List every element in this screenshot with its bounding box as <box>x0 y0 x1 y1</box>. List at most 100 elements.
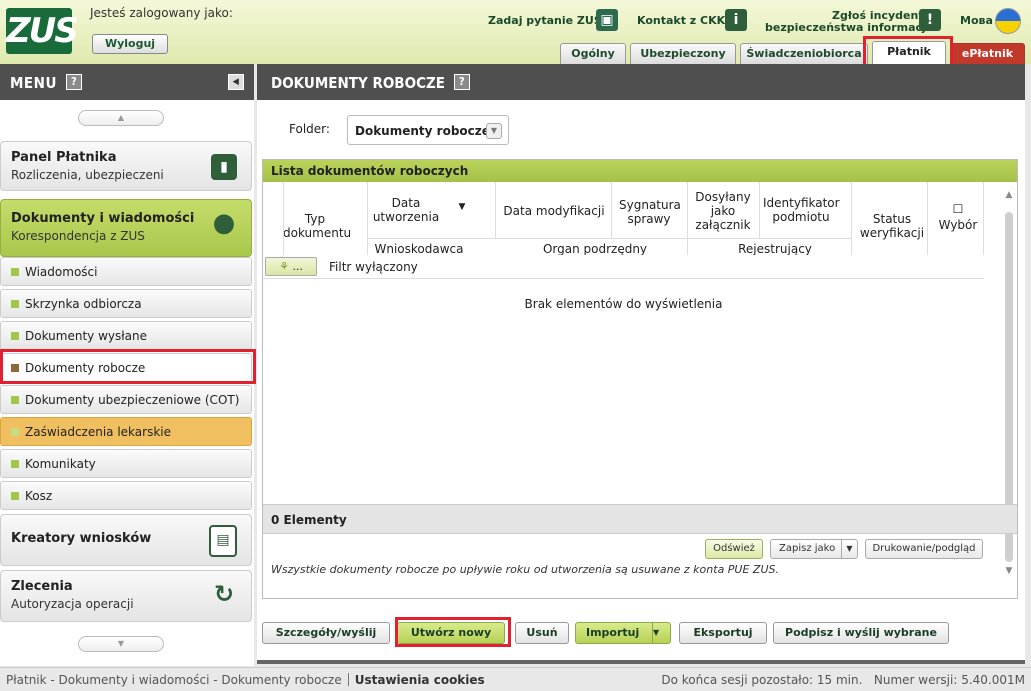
sidebar-item-skrzynka[interactable]: Skrzynka odbiorcza <box>0 289 252 318</box>
scroll-down-icon[interactable]: ▼ <box>1003 566 1015 576</box>
menu-scroll-up-button[interactable]: ▲ <box>78 110 164 126</box>
bullet-icon <box>11 332 19 340</box>
tab-swiadczeniobiorca[interactable]: Świadczeniobiorca <box>740 43 868 64</box>
sidebar-item-kosz[interactable]: Kosz <box>0 481 252 510</box>
language-label[interactable]: Мова <box>960 14 993 27</box>
folder-label: Folder: <box>289 122 330 136</box>
grid-line <box>495 182 496 238</box>
filter-row: ⚘ ... Filtr wyłączony <box>263 255 984 279</box>
tab-platnik[interactable]: Płatnik <box>872 41 946 64</box>
session-timer: Do końca sesji pozostało: 15 min. <box>661 673 863 687</box>
panel-dokumenty-wiadomosci[interactable]: Dokumenty i wiadomości Korespondencja z … <box>0 199 252 257</box>
contact-ckk-link[interactable]: Kontakt z CKK <box>637 14 725 27</box>
bullet-icon <box>11 460 19 468</box>
sidebar-item-label: Wiadomości <box>25 265 98 279</box>
col-header-organ[interactable]: Organ podrzędny <box>495 242 695 256</box>
folder-select[interactable]: Dokumenty robocze ▼ <box>347 115 509 145</box>
chevron-down-icon[interactable]: ▼ <box>841 540 857 558</box>
col-header-typ[interactable]: Typ dokumentu <box>283 212 351 240</box>
col-header-data-modyfikacji[interactable]: Data modyfikacji <box>499 204 609 218</box>
grid-line <box>367 182 368 255</box>
save-as-label: Zapisz jako <box>779 543 836 554</box>
top-header: ZUS Jesteś zalogowany jako: Wyloguj Zada… <box>0 0 1031 64</box>
sidebar-item-robocze[interactable]: Dokumenty robocze <box>0 353 252 382</box>
panel-zlecenia-title: Zlecenia <box>11 579 73 594</box>
scroll-up-icon[interactable]: ▲ <box>1003 190 1015 200</box>
info-icon[interactable]: i <box>725 9 747 31</box>
grid-line <box>759 182 760 238</box>
grid-line <box>851 182 852 255</box>
sidebar-item-zaswiadczenia[interactable]: Zaświadczenia lekarskie <box>0 417 252 446</box>
sidebar-item-label: Dokumenty ubezpieczeniowe (COT) <box>25 393 240 407</box>
filter-status: Filtr wyłączony <box>329 260 418 274</box>
documents-list: Lista dokumentów roboczych Typ dokumentu… <box>262 159 1018 599</box>
details-send-button[interactable]: Szczegóły/wyślij <box>262 622 390 644</box>
import-button[interactable]: Importuj ▼ <box>575 622 671 644</box>
menu-header: MENU ? ◀ <box>0 64 254 100</box>
refresh-button[interactable]: Odśwież <box>705 539 763 559</box>
collapse-menu-icon[interactable]: ◀ <box>228 74 244 90</box>
delete-button[interactable]: Usuń <box>515 622 569 644</box>
col-header-identyfikator[interactable]: Identyfikator podmiotu <box>763 196 840 224</box>
page-help-icon[interactable]: ? <box>453 74 470 90</box>
sidebar-item-komunikaty[interactable]: Komunikaty <box>0 449 252 478</box>
bullet-icon <box>11 300 19 308</box>
page-title: DOKUMENTY ROBOCZE <box>271 74 445 92</box>
ukraine-flag-icon[interactable] <box>995 8 1021 34</box>
select-all-checkbox[interactable]: ☐ <box>933 202 983 216</box>
logout-button[interactable]: Wyloguj <box>92 34 168 54</box>
zus-logo[interactable]: ZUS <box>6 8 79 54</box>
save-as-button[interactable]: Zapisz jako ▼ <box>770 539 858 559</box>
grid-line <box>367 238 851 239</box>
col-header-rejestrujacy[interactable]: Rejestrujący <box>695 242 855 256</box>
chevron-down-icon[interactable]: ▼ <box>652 623 670 643</box>
cookie-settings-link[interactable]: Ustawienia cookies <box>355 673 485 687</box>
panel-kreatory-title: Kreatory wniosków <box>11 531 152 546</box>
col-header-sygnatura[interactable]: Sygnatura sprawy <box>619 198 681 226</box>
menu-title: MENU <box>10 74 57 92</box>
col-header-wnioskodawca[interactable]: Wnioskodawca <box>367 242 471 256</box>
print-preview-button[interactable]: Drukowanie/podgląd <box>865 539 983 559</box>
col-header-wybor[interactable]: Wybór <box>933 218 983 232</box>
sort-desc-icon[interactable]: ▼ <box>457 200 467 214</box>
sign-send-selected-button[interactable]: Podpisz i wyślij wybrane <box>773 622 949 644</box>
filter-button-label: ... <box>292 260 303 273</box>
bullet-icon <box>11 492 19 500</box>
speech-bubble-icon: ● <box>212 208 236 238</box>
sidebar-item-wiadomosci[interactable]: Wiadomości <box>0 257 252 286</box>
menu-scroll-down-button[interactable]: ▼ <box>78 636 164 652</box>
empty-list-message: Brak elementów do wyświetlenia <box>524 297 723 311</box>
grid-line <box>927 182 928 255</box>
create-new-button[interactable]: Utwórz nowy <box>397 622 505 644</box>
folder-select-value: Dokumenty robocze <box>355 124 490 138</box>
chevron-down-icon[interactable]: ▼ <box>486 123 502 139</box>
col-header-dosylany[interactable]: Dosyłany jako załącznik <box>691 190 755 232</box>
panel-kreatory[interactable]: Kreatory wniosków ▤ <box>0 514 252 566</box>
sidebar-item-label: Zaświadczenia lekarskie <box>25 425 171 439</box>
tab-eplatnik[interactable]: ePłatnik <box>950 43 1025 64</box>
panel-platnika[interactable]: Panel Płatnika Rozliczenia, ubezpieczeni… <box>0 141 252 191</box>
horizontal-scrollbar[interactable] <box>257 660 1025 664</box>
export-button[interactable]: Eksportuj <box>679 622 767 644</box>
filter-button[interactable]: ⚘ ... <box>265 257 317 276</box>
ask-zus-link[interactable]: Zadaj pytanie ZUS <box>488 14 602 27</box>
main-header: DOKUMENTY ROBOCZE ? <box>257 64 1025 100</box>
bullet-icon <box>11 396 19 404</box>
bullet-icon <box>11 428 19 436</box>
panel-platnika-title: Panel Płatnika <box>11 150 117 165</box>
col-header-status[interactable]: Status weryfikacji <box>857 212 927 240</box>
alert-icon[interactable]: ! <box>919 9 941 31</box>
grid-line <box>983 182 984 255</box>
import-label: Importuj <box>586 626 640 639</box>
menu-help-icon[interactable]: ? <box>66 74 83 90</box>
chat-icon[interactable]: ▣ <box>596 9 618 31</box>
divider <box>347 673 349 686</box>
incident-link-line2[interactable]: bezpieczeństwa informacji <box>765 21 930 34</box>
sidebar-item-wyslane[interactable]: Dokumenty wysłane <box>0 321 252 350</box>
sidebar-item-label: Dokumenty wysłane <box>25 329 147 343</box>
tab-ubezpieczony[interactable]: Ubezpieczony <box>630 43 736 64</box>
tab-ogolny[interactable]: Ogólny <box>560 43 626 64</box>
sidebar-item-cot[interactable]: Dokumenty ubezpieczeniowe (COT) <box>0 385 252 414</box>
col-header-data-utworzenia[interactable]: Data utworzenia <box>367 196 445 224</box>
panel-zlecenia[interactable]: Zlecenia Autoryzacja operacji ↻ <box>0 570 252 622</box>
